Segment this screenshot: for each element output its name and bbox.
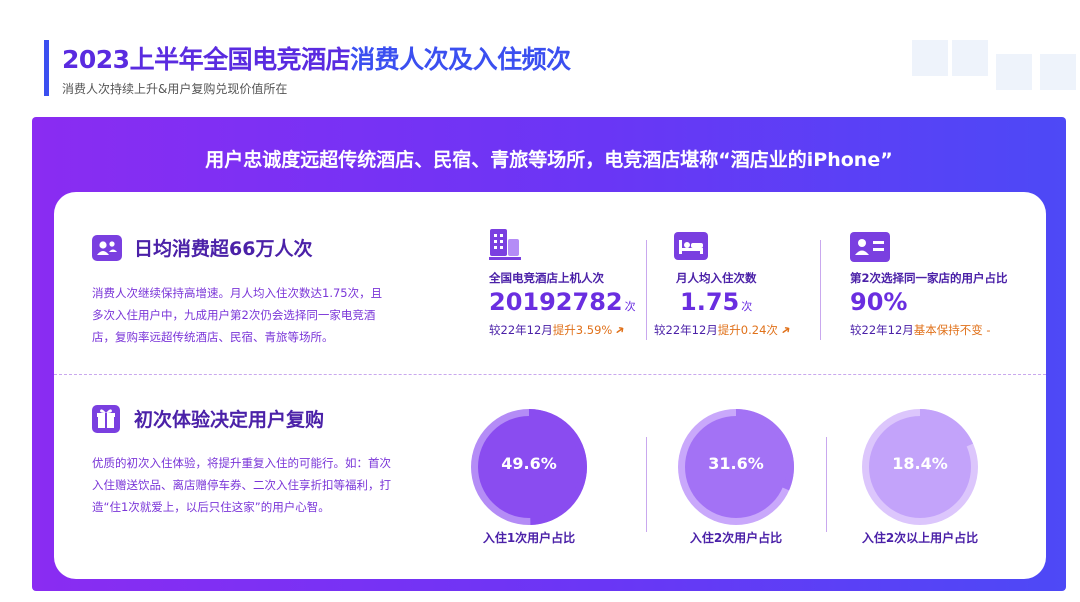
- metric-value-number: 90%: [850, 288, 908, 316]
- metric-compare-prefix: 较22年12月: [850, 323, 914, 337]
- metric-value: 90%: [850, 288, 907, 316]
- trend-up-arrow-icon: ➜: [777, 321, 794, 339]
- metric-value: 1.75 次: [680, 288, 752, 316]
- metric-compare-prefix: 较22年12月: [654, 323, 718, 337]
- page-title: 2023上半年全国电竞酒店消费人次及入住频次: [62, 40, 571, 76]
- decor-square: [952, 40, 988, 76]
- metric-compare-change: 基本保持不变 -: [913, 323, 991, 337]
- donut-value: 18.4%: [892, 454, 948, 473]
- section2-description: 优质的初次入住体验，将提升重复入住的可能行。如：首次入住赠送饮品、离店赠停车券、…: [92, 456, 391, 514]
- metric-value: 20192782 次: [489, 288, 636, 316]
- section1-description: 消费人次继续保持高增速。月人均入住次数达1.75次，且多次入住用户中，九成用户第…: [92, 286, 383, 344]
- decor-square: [1040, 54, 1076, 90]
- donut-chart: 31.6%: [676, 407, 796, 527]
- metric-compare-prefix: 较22年12月: [489, 323, 553, 337]
- people-icon: [92, 235, 122, 261]
- trend-up-arrow-icon: ➜: [612, 321, 629, 339]
- page-title-part2: 消费人次及入住频次: [350, 45, 571, 74]
- metric-unit: 次: [741, 300, 753, 313]
- section-divider: [54, 374, 1046, 375]
- section2-title: 初次体验决定用户复购: [134, 409, 325, 431]
- decor-square: [912, 40, 948, 76]
- decor-square: [996, 54, 1032, 90]
- metric-compare-change: 提升0.24次: [717, 323, 778, 337]
- page-title-part1: 2023上半年全国电竞酒店: [62, 45, 351, 74]
- main-panel: 用户忠诚度远超传统酒店、民宿、青旅等场所，电竞酒店堪称“酒店业的iPhone” …: [32, 117, 1066, 591]
- id-card-icon: [850, 232, 890, 266]
- metric-label: 第2次选择同一家店的用户占比: [850, 271, 1008, 285]
- donut-label: 入住2次用户占比: [689, 531, 783, 545]
- donut-value: 49.6%: [501, 454, 557, 473]
- donut-chart: 18.4%: [860, 407, 980, 527]
- title-accent-bar: [44, 40, 49, 96]
- page-subtitle: 消费人次持续上升&用户复购兑现价值所在: [62, 82, 288, 96]
- metric-separator: [646, 240, 647, 340]
- building-icon: [489, 227, 521, 265]
- donut-value: 31.6%: [708, 454, 764, 473]
- donut-label: 入住2次以上用户占比: [861, 531, 979, 545]
- metric-separator: [820, 240, 821, 340]
- bed-icon: [674, 232, 708, 264]
- metric-label: 全国电竞酒店上机人次: [489, 271, 604, 285]
- metric-unit: 次: [624, 300, 636, 313]
- metric-value-number: 20192782: [489, 288, 623, 316]
- metric-compare-change: 提升3.59%: [552, 323, 613, 337]
- donut-separator: [646, 437, 647, 532]
- metric-comparison: 较22年12月提升3.59%➜: [489, 321, 629, 339]
- metric-comparison: 较22年12月基本保持不变 -: [850, 322, 991, 338]
- donut-chart: 49.6%: [469, 407, 589, 527]
- section1-title: 日均消费超66万人次: [134, 238, 313, 260]
- metric-label: 月人均入住次数: [676, 271, 757, 285]
- banner-headline: 用户忠诚度远超传统酒店、民宿、青旅等场所，电竞酒店堪称“酒店业的iPhone”: [205, 149, 893, 171]
- gift-icon: [92, 405, 120, 433]
- metric-comparison: 较22年12月提升0.24次➜: [654, 321, 794, 339]
- metric-value-number: 1.75: [680, 288, 740, 316]
- donut-separator: [826, 437, 827, 532]
- donut-label: 入住1次用户占比: [482, 531, 576, 545]
- content-card: 日均消费超66万人次 消费人次继续保持高增速。月人均入住次数达1.75次，且多次…: [54, 192, 1046, 579]
